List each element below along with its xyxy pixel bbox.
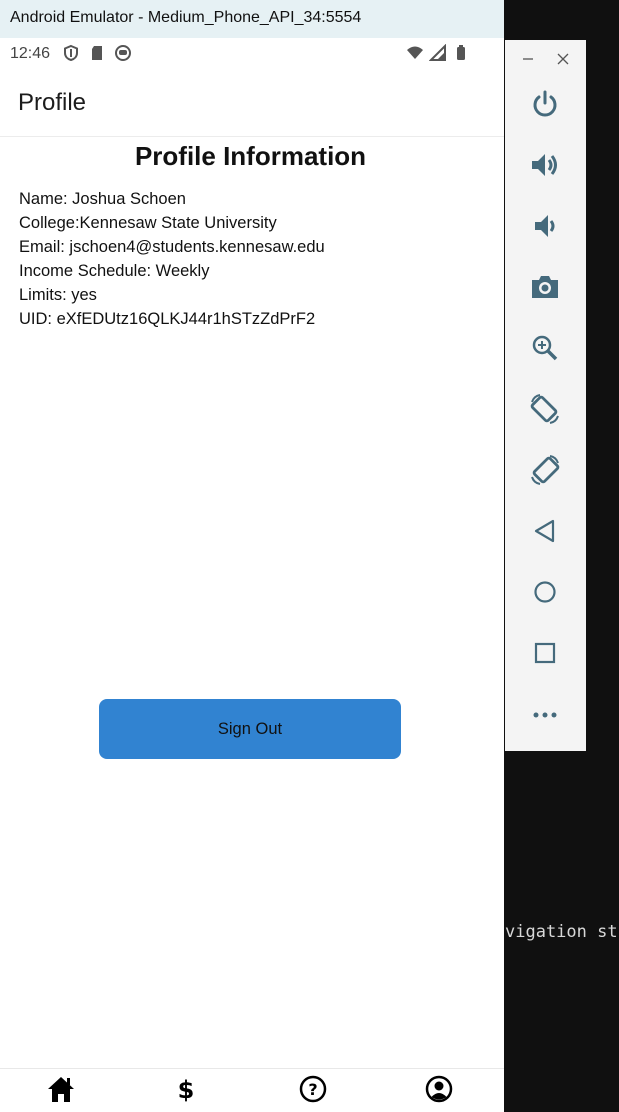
info-income-schedule: Income Schedule: Weekly (19, 262, 210, 280)
back-button[interactable] (525, 513, 565, 553)
power-icon (530, 89, 560, 124)
rotate-left-button[interactable] (525, 391, 565, 431)
app-header: Profile (0, 70, 504, 137)
window-title: Android Emulator - Medium_Phone_API_34:5… (0, 0, 504, 38)
zoom-icon (530, 333, 560, 368)
power-button[interactable] (525, 86, 565, 126)
minimize-button[interactable] (517, 50, 539, 72)
shield-icon (62, 44, 80, 62)
help-icon: ? (299, 1075, 327, 1108)
info-uid: UID: eXfEDUtz16QLKJ44r1hSTzZdPrF2 (19, 310, 316, 328)
home-circle-icon (532, 579, 558, 610)
tab-budget[interactable]: $ (169, 1075, 203, 1109)
sd-card-icon (88, 44, 106, 62)
more-button[interactable] (525, 696, 565, 736)
home-button[interactable] (525, 574, 565, 614)
terminal-output: vigation st (505, 922, 618, 942)
close-icon (557, 52, 569, 70)
page-title: Profile (18, 89, 87, 116)
account-icon (425, 1075, 453, 1108)
overview-icon (532, 640, 558, 671)
rotate-right-button[interactable] (525, 452, 565, 492)
close-button[interactable] (552, 50, 574, 72)
volume-up-icon (529, 150, 561, 185)
status-icons-right (406, 43, 470, 62)
svg-text:$: $ (178, 1076, 195, 1103)
home-icon (46, 1075, 76, 1108)
bottom-navigation: $ ? (0, 1068, 504, 1112)
tab-home[interactable] (44, 1075, 78, 1109)
robot-icon (114, 44, 132, 62)
profile-info-list: Name: Joshua Schoen College:Kennesaw Sta… (19, 187, 325, 331)
camera-icon (529, 272, 561, 307)
emulator-side-toolbar (505, 40, 586, 751)
emulator-window: Android Emulator - Medium_Phone_API_34:5… (0, 0, 504, 1112)
rotate-right-icon (528, 453, 562, 492)
profile-heading: Profile Information (134, 141, 367, 171)
tab-profile[interactable] (422, 1075, 456, 1109)
dollar-icon: $ (176, 1075, 196, 1108)
info-email: Email: jschoen4@students.kennesaw.edu (19, 238, 325, 256)
info-college: College:Kennesaw State University (19, 214, 277, 232)
sign-out-button[interactable]: Sign Out (99, 699, 401, 759)
more-icon (532, 707, 558, 725)
info-name: Name: Joshua Schoen (19, 190, 186, 208)
minimize-icon (522, 52, 534, 70)
volume-down-icon (530, 211, 560, 246)
overview-button[interactable] (525, 635, 565, 675)
status-time: 12:46 (10, 45, 51, 62)
info-limits: Limits: yes (19, 286, 97, 304)
rotate-left-icon (528, 392, 562, 431)
wifi-icon (406, 44, 424, 62)
signal-icon (428, 43, 447, 62)
volume-up-button[interactable] (525, 147, 565, 187)
volume-down-button[interactable] (525, 208, 565, 248)
back-icon (532, 518, 558, 549)
status-icons-left (62, 44, 132, 62)
svg-text:?: ? (308, 1080, 317, 1099)
zoom-button[interactable] (525, 330, 565, 370)
battery-icon (452, 44, 470, 62)
status-bar: 12:46 (0, 38, 504, 70)
tab-help[interactable]: ? (296, 1075, 330, 1109)
screenshot-button[interactable] (525, 269, 565, 309)
